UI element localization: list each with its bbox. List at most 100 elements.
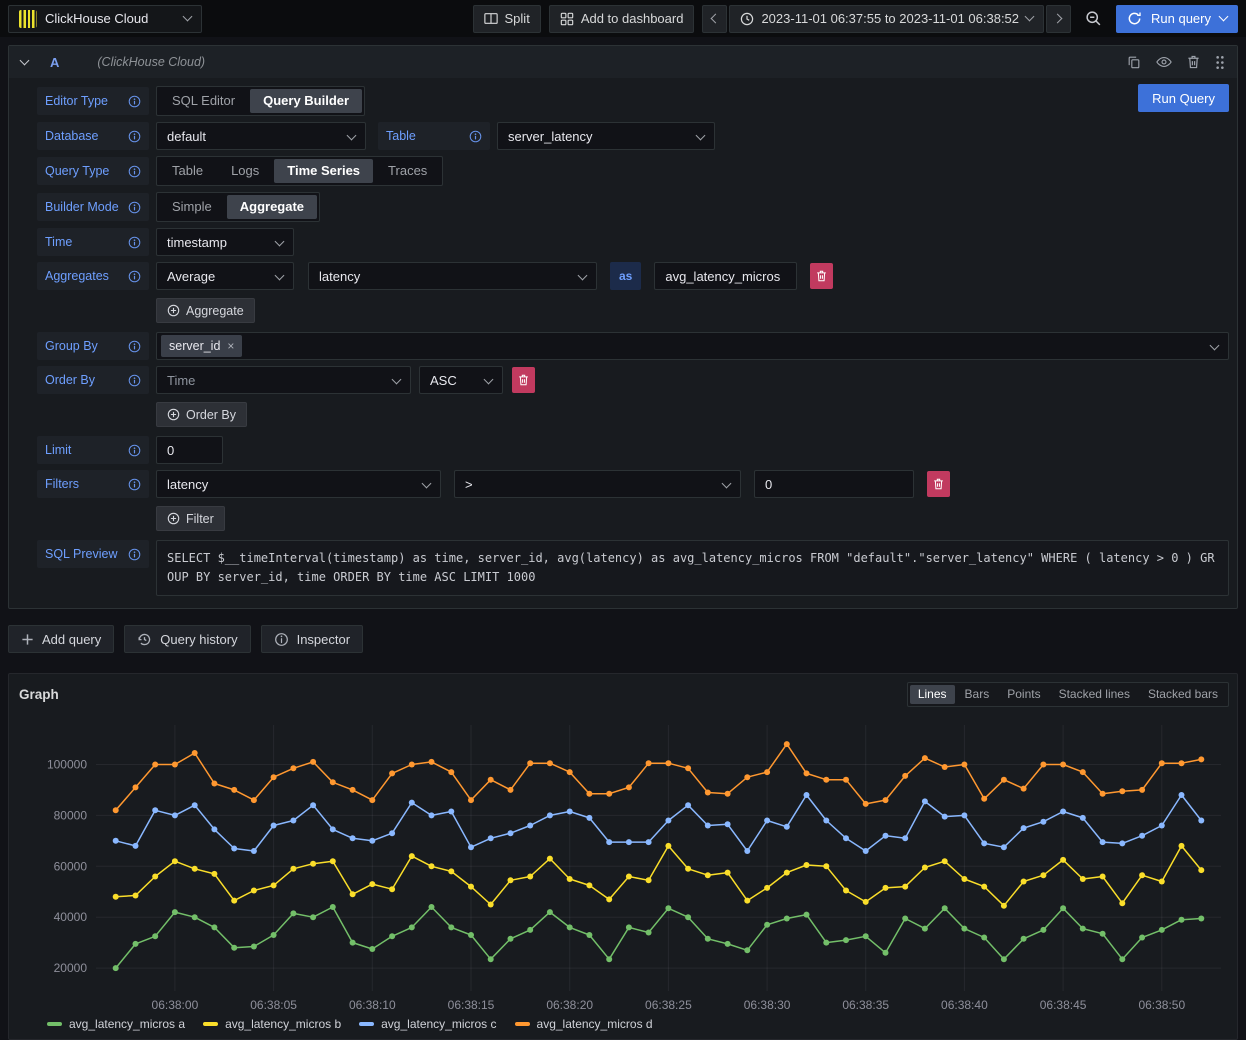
sql-preview-label: SQL Preview — [37, 540, 149, 568]
time-shift-forward-button[interactable] — [1046, 5, 1071, 33]
info-circle-icon — [274, 632, 289, 647]
legend-item[interactable]: avg_latency_micros b — [203, 1017, 341, 1031]
zoom-out-icon — [1085, 10, 1102, 27]
info-icon[interactable] — [128, 444, 141, 457]
filter-value-input[interactable]: 0 — [754, 470, 914, 498]
legend-series-label: avg_latency_micros a — [69, 1017, 185, 1031]
zoom-out-button[interactable] — [1079, 5, 1108, 33]
duplicate-query-icon[interactable] — [1127, 55, 1141, 69]
query-type-option-logs[interactable]: Logs — [218, 159, 272, 183]
builder-mode-option-simple[interactable]: Simple — [159, 195, 225, 219]
time-range-button[interactable]: 2023-11-01 06:37:55 to 2023-11-01 06:38:… — [729, 5, 1044, 33]
graph-style-option-lines[interactable]: Lines — [910, 685, 955, 704]
legend-series-swatch — [359, 1022, 374, 1026]
drag-handle-icon[interactable] — [1215, 55, 1225, 70]
clickhouse-logo-icon — [19, 10, 37, 28]
info-icon[interactable] — [128, 95, 141, 108]
builder-mode-option-aggregate[interactable]: Aggregate — [227, 195, 317, 219]
table-select[interactable]: server_latency — [497, 122, 715, 150]
info-icon[interactable] — [128, 374, 141, 387]
query-type-option-table[interactable]: Table — [159, 159, 216, 183]
split-label: Split — [505, 11, 530, 26]
aggregate-function-select[interactable]: Average — [156, 262, 294, 290]
limit-input[interactable]: 0 — [156, 436, 223, 464]
chevron-down-icon — [422, 479, 432, 489]
time-shift-back-button[interactable] — [702, 5, 727, 33]
editor-type-option-sql-editor[interactable]: SQL Editor — [159, 89, 248, 113]
time-column-select[interactable]: timestamp — [156, 228, 294, 256]
graph-style-option-points[interactable]: Points — [999, 685, 1048, 704]
database-select[interactable]: default — [156, 122, 366, 150]
legend-item[interactable]: avg_latency_micros c — [359, 1017, 496, 1031]
info-icon[interactable] — [128, 548, 141, 561]
remove-filter-button[interactable] — [927, 471, 950, 497]
remove-order-by-button[interactable] — [512, 367, 535, 393]
legend-item[interactable]: avg_latency_micros a — [47, 1017, 185, 1031]
info-icon[interactable] — [128, 165, 141, 178]
info-icon[interactable] — [128, 236, 141, 249]
editor-type-option-query-builder[interactable]: Query Builder — [250, 89, 362, 113]
builder-mode-label: Builder Mode — [37, 193, 149, 221]
filter-field-select[interactable]: latency — [156, 470, 441, 498]
svg-text:06:38:10: 06:38:10 — [349, 998, 396, 1012]
sync-icon — [1127, 11, 1142, 26]
info-icon[interactable] — [128, 270, 141, 283]
query-history-button[interactable]: Query history — [124, 625, 250, 653]
explore-toolbar: ClickHouse Cloud Split Add to dashboard … — [0, 0, 1246, 37]
trash-icon — [933, 478, 944, 490]
add-query-button[interactable]: Add query — [8, 625, 114, 653]
time-label: Time — [37, 228, 149, 256]
query-type-toggle: Table Logs Time Series Traces — [156, 156, 443, 186]
time-series-chart[interactable]: 2000040000600008000010000006:38:0006:38:… — [9, 709, 1237, 1015]
inspector-button[interactable]: Inspector — [261, 625, 363, 653]
aggregate-column-select[interactable]: latency — [308, 262, 597, 290]
chevron-down-icon — [484, 375, 494, 385]
svg-text:06:38:00: 06:38:00 — [152, 998, 199, 1012]
query-header-actions — [1127, 55, 1225, 70]
group-by-tag: server_id × — [161, 335, 242, 357]
disable-query-eye-icon[interactable] — [1156, 56, 1172, 68]
order-by-field-select[interactable]: Time — [156, 366, 411, 394]
info-icon[interactable] — [128, 201, 141, 214]
legend-series-swatch — [515, 1022, 530, 1026]
query-type-label: Query Type — [37, 157, 149, 185]
svg-text:06:38:45: 06:38:45 — [1040, 998, 1087, 1012]
query-type-option-time-series[interactable]: Time Series — [274, 159, 373, 183]
run-query-editor-button[interactable]: Run Query — [1138, 84, 1229, 112]
chevron-down-icon — [578, 271, 588, 281]
legend-item[interactable]: avg_latency_micros d — [515, 1017, 653, 1031]
info-icon[interactable] — [469, 130, 482, 143]
aggregate-alias-input[interactable]: avg_latency_micros — [654, 262, 797, 290]
remove-aggregate-button[interactable] — [810, 263, 833, 289]
graph-style-option-stacked-lines[interactable]: Stacked lines — [1051, 685, 1138, 704]
filters-row: Filters latency > 0 — [37, 470, 1229, 498]
datasource-picker[interactable]: ClickHouse Cloud — [8, 5, 202, 33]
graph-style-option-stacked-bars[interactable]: Stacked bars — [1140, 685, 1226, 704]
add-aggregate-button[interactable]: Aggregate — [156, 298, 255, 323]
remove-tag-icon[interactable]: × — [227, 339, 234, 353]
add-order-by-button[interactable]: Order By — [156, 402, 247, 427]
query-type-option-traces[interactable]: Traces — [375, 159, 440, 183]
collapse-chevron-icon[interactable] — [20, 55, 30, 65]
legend-series-label: avg_latency_micros b — [225, 1017, 341, 1031]
add-to-dashboard-button[interactable]: Add to dashboard — [549, 5, 695, 33]
info-icon[interactable] — [128, 130, 141, 143]
info-icon[interactable] — [128, 478, 141, 491]
add-filter-button[interactable]: Filter — [156, 506, 225, 531]
chevron-down-icon — [183, 12, 193, 22]
run-query-toolbar-button[interactable]: Run query — [1116, 5, 1238, 33]
group-by-multiselect[interactable]: server_id × — [156, 332, 1229, 360]
split-button[interactable]: Split — [473, 5, 541, 33]
svg-text:06:38:50: 06:38:50 — [1138, 998, 1185, 1012]
svg-text:06:38:15: 06:38:15 — [448, 998, 495, 1012]
delete-query-trash-icon[interactable] — [1187, 55, 1200, 69]
filter-operator-select[interactable]: > — [454, 470, 741, 498]
order-by-direction-select[interactable]: ASC — [419, 366, 503, 394]
graph-style-option-bars[interactable]: Bars — [957, 685, 998, 704]
chevron-down-icon — [696, 131, 706, 141]
chevron-right-icon — [1053, 14, 1063, 24]
info-icon[interactable] — [128, 340, 141, 353]
query-row-header[interactable]: A (ClickHouse Cloud) — [9, 46, 1237, 78]
query-datasource-hint: (ClickHouse Cloud) — [97, 55, 205, 69]
order-by-row: Order By Time ASC — [37, 366, 1229, 394]
